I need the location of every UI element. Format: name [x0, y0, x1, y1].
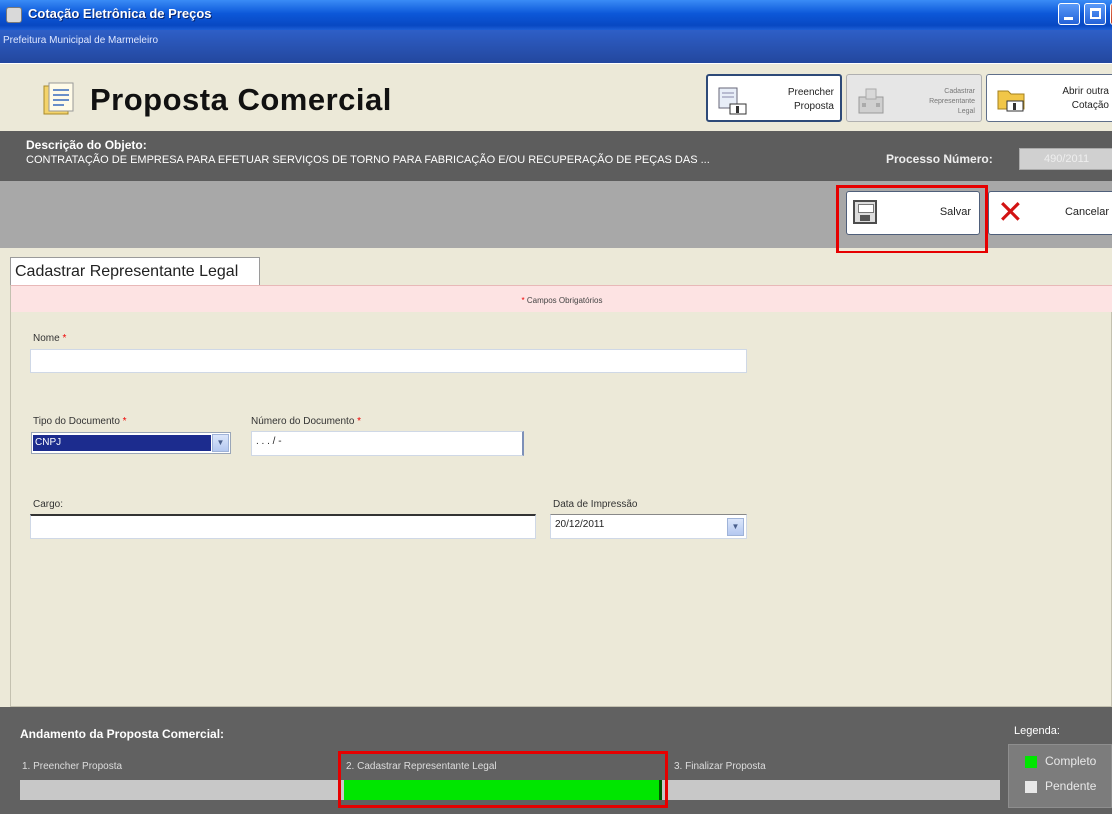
required-asterisk: * [521, 296, 525, 305]
required-asterisk: * [119, 416, 127, 427]
object-description-band: Descrição do Objeto: CONTRATAÇÃO DE EMPR… [0, 131, 1112, 181]
cancel-button[interactable]: ✕ Cancelar [988, 191, 1112, 235]
preencher-proposta-button[interactable]: Preencher Proposta [706, 74, 842, 122]
process-number-field: 490/2011 [1019, 148, 1112, 170]
required-fields-note: * Campos Obrigatórios [11, 285, 1112, 312]
cargo-input[interactable] [30, 514, 536, 539]
abrir-cotacao-label: Abrir outra Cotação [1062, 86, 1109, 111]
data-impressao-input[interactable]: 20/12/2011 ▼ [550, 514, 747, 539]
tipo-documento-label-text: Tipo do Documento [33, 416, 120, 427]
step-3-label: 3. Finalizar Proposta [674, 761, 766, 772]
nome-label-text: Nome [33, 333, 60, 344]
step-2-highlight [338, 751, 668, 808]
cadastrar-representante-label: Cadastrar Representante Legal [929, 88, 975, 115]
cancel-label: Cancelar [1064, 206, 1109, 218]
required-asterisk: * [354, 416, 362, 427]
numero-documento-label: Número do Documento * [251, 416, 361, 427]
page-title: Proposta Comercial [90, 82, 392, 117]
preencher-proposta-label: Preencher Proposta [787, 87, 834, 112]
chevron-down-icon[interactable]: ▼ [212, 434, 229, 452]
building-icon [858, 88, 884, 114]
organization-name: Prefeitura Municipal de Marmeleiro [3, 35, 159, 46]
tab-strip: Cadastrar Representante Legal [0, 253, 1112, 287]
description-label: Descrição do Objeto: [26, 138, 147, 152]
legend-title: Legenda: [1014, 725, 1060, 737]
cargo-label: Cargo: [33, 499, 64, 510]
cadastrar-representante-button[interactable]: Cadastrar Representante Legal [846, 74, 982, 122]
numero-documento-label-text: Número do Documento [251, 416, 355, 427]
data-impressao-label: Data de Impressão [553, 499, 638, 510]
window-title: Cotação Eletrônica de Preços [28, 6, 212, 21]
minimize-button[interactable] [1058, 3, 1080, 25]
tipo-documento-label: Tipo do Documento * [33, 416, 127, 427]
nome-input[interactable] [30, 349, 747, 373]
tab-cadastrar-representante[interactable]: Cadastrar Representante Legal [10, 257, 260, 287]
nome-label: Nome * [33, 333, 66, 344]
step-1-label: 1. Preencher Proposta [22, 761, 123, 772]
legend: Completo Pendente [1008, 744, 1112, 808]
maximize-button[interactable] [1084, 3, 1106, 25]
window-titlebar: Cotação Eletrônica de Preços [0, 0, 1112, 30]
legend-label-pendente: Pendente [1045, 779, 1097, 793]
process-number-label: Processo Número: [886, 152, 993, 166]
abrir-cotacao-button[interactable]: Abrir outra Cotação [986, 74, 1112, 122]
required-asterisk: * [59, 333, 67, 344]
app-icon [6, 7, 22, 23]
folder-open-icon [997, 90, 1025, 112]
data-impressao-value: 20/12/2011 [555, 519, 605, 530]
progress-panel: Andamento da Proposta Comercial: 1. Pree… [0, 707, 1112, 814]
edit-proposal-icon [718, 87, 747, 115]
progress-title: Andamento da Proposta Comercial: [20, 727, 225, 741]
subtitle-bar: Prefeitura Municipal de Marmeleiro [0, 30, 1112, 63]
legend-swatch-completo [1025, 756, 1037, 768]
red-x-icon: ✕ [997, 194, 1024, 230]
chevron-down-icon[interactable]: ▼ [727, 518, 744, 536]
page-header: Proposta Comercial Preencher Proposta Ca… [0, 63, 1112, 131]
tipo-documento-value: CNPJ [33, 435, 211, 451]
description-text: CONTRATAÇÃO DE EMPRESA PARA EFETUAR SERV… [26, 154, 710, 166]
minimize-icon [1064, 17, 1073, 20]
representative-form: * Campos Obrigatórios Nome * Tipo do Doc… [10, 285, 1112, 707]
document-icon [43, 82, 74, 115]
save-button-highlight [836, 185, 988, 254]
tipo-documento-select[interactable]: CNPJ ▼ [31, 432, 231, 454]
required-note-text: Campos Obrigatórios [526, 296, 603, 305]
maximize-icon [1090, 8, 1101, 19]
legend-swatch-pendente [1025, 781, 1037, 793]
numero-documento-input[interactable]: . . . / - [251, 431, 524, 456]
legend-label-completo: Completo [1045, 754, 1097, 768]
